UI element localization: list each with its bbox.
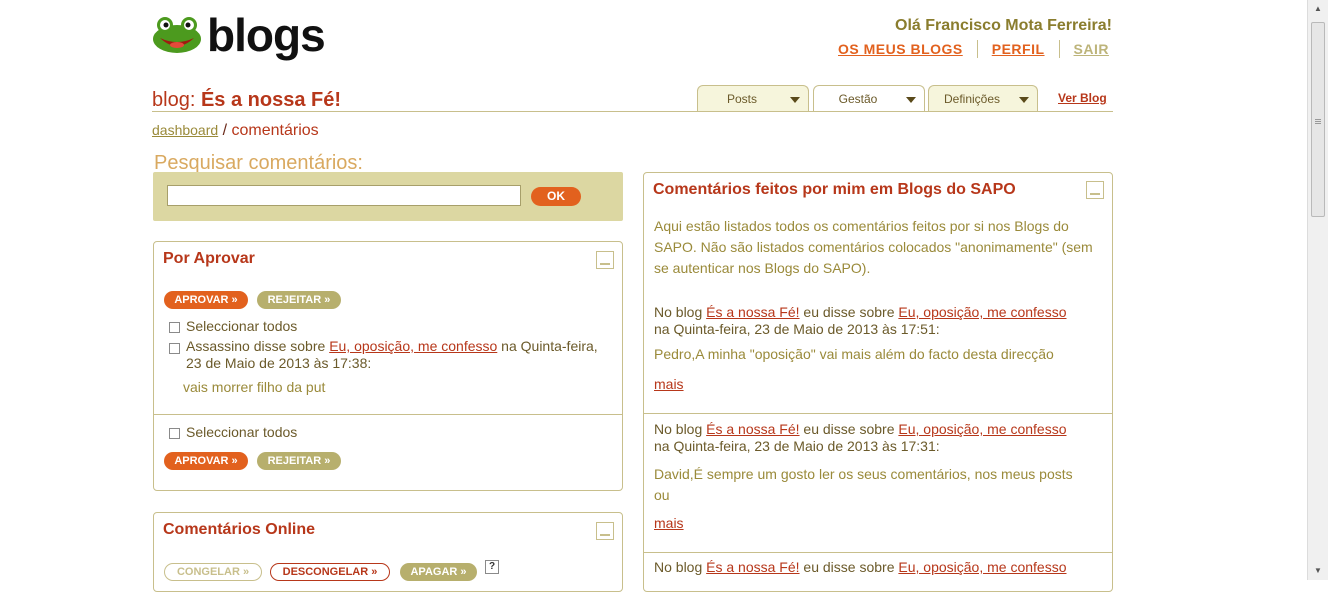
- unfreeze-button[interactable]: DESCONGELAR »: [270, 563, 390, 581]
- reject-button-bottom[interactable]: REJEITAR »: [257, 452, 341, 470]
- logo-text[interactable]: blogs: [207, 8, 326, 62]
- pending-panel-title: Por Aprovar: [163, 250, 255, 267]
- select-all-label: Seleccionar todos: [186, 318, 298, 334]
- profile-link[interactable]: PERFIL: [976, 40, 1059, 58]
- divider: [644, 413, 1112, 414]
- my-blogs-link[interactable]: OS MEUS BLOGS: [838, 40, 977, 58]
- entry-post-link[interactable]: Eu, oposição, me confesso: [898, 421, 1066, 437]
- search-panel: OK: [153, 172, 623, 221]
- delete-button[interactable]: APAGAR »: [400, 563, 477, 581]
- comment-post-link[interactable]: Eu, oposição, me confesso: [329, 338, 497, 354]
- comment-entry-header: No blog És a nossa Fé! eu disse sobre Eu…: [654, 421, 1067, 437]
- minimize-icon[interactable]: [1086, 181, 1104, 199]
- blog-title-name: És a nossa Fé!: [200, 89, 341, 111]
- entry-prefix: No blog: [654, 304, 707, 320]
- approve-button-bottom[interactable]: APROVAR »: [164, 452, 248, 470]
- entry-date: na Quinta-feira, 23 de Maio de 2013 às 1…: [654, 438, 940, 454]
- online-comments-panel: Comentários Online CONGELAR » DESCONGELA…: [153, 512, 623, 592]
- entry-prefix: No blog: [654, 421, 707, 437]
- entry-prefix: No blog: [654, 559, 707, 575]
- vertical-scrollbar[interactable]: ▲ ▼: [1307, 0, 1328, 580]
- divider: [154, 414, 622, 415]
- my-comments-title: Comentários feitos por mim em Blogs do S…: [653, 181, 1016, 198]
- entry-more-link[interactable]: mais: [654, 515, 684, 531]
- minimize-icon[interactable]: [596, 522, 614, 540]
- pending-comment-body: vais morrer filho da put: [183, 379, 326, 395]
- intro-line: Aqui estão listados todos os comentários…: [654, 218, 1069, 234]
- select-all-label-bottom: Seleccionar todos: [186, 424, 298, 440]
- approve-button[interactable]: APROVAR »: [164, 291, 248, 309]
- frog-logo-icon: [153, 17, 201, 53]
- entry-body: David,É sempre um gosto ler os seus come…: [654, 464, 1073, 506]
- search-input[interactable]: [167, 185, 521, 206]
- scroll-up-icon[interactable]: ▲: [1308, 0, 1328, 18]
- comment-entry-header: No blog És a nossa Fé! eu disse sobre Eu…: [654, 304, 1067, 320]
- tab-gestao-label: Gestão: [838, 92, 878, 106]
- divider: [644, 552, 1112, 553]
- entry-post-link[interactable]: Eu, oposição, me confesso: [898, 559, 1066, 575]
- entry-post-link[interactable]: Eu, oposição, me confesso: [898, 304, 1066, 320]
- logout-link[interactable]: SAIR: [1058, 40, 1123, 58]
- entry-mid: eu disse sobre: [799, 421, 899, 437]
- scroll-down-icon[interactable]: ▼: [1308, 562, 1328, 580]
- scrollbar-thumb[interactable]: [1311, 22, 1325, 217]
- my-comments-panel: Comentários feitos por mim em Blogs do S…: [643, 172, 1113, 592]
- search-ok-button[interactable]: OK: [531, 187, 581, 206]
- intro-line: SAPO. Não são listados comentários coloc…: [654, 239, 1093, 255]
- comment-date: na Quinta-feira,: [497, 338, 598, 354]
- comment-date-line2: 23 de Maio de 2013 às 17:38:: [186, 355, 372, 371]
- tab-definicoes-label: Definições: [943, 92, 1001, 106]
- comment-checkbox[interactable]: [169, 343, 180, 354]
- tabs-divider: [152, 111, 1113, 112]
- pending-comments-panel: Por Aprovar APROVAR » REJEITAR » Selecci…: [153, 241, 623, 491]
- entry-mid: eu disse sobre: [799, 304, 899, 320]
- online-panel-title: Comentários Online: [163, 521, 316, 538]
- select-all-checkbox[interactable]: [169, 322, 180, 333]
- minimize-icon[interactable]: [596, 251, 614, 269]
- chevron-down-icon: [1019, 97, 1029, 103]
- breadcrumb: dashboard / comentários: [152, 122, 319, 140]
- user-greeting: Olá Francisco Mota Ferreira!: [895, 17, 1112, 34]
- intro-line: se autenticar nos Blogs do SAPO).: [654, 260, 871, 276]
- entry-blog-link[interactable]: És a nossa Fé!: [706, 304, 799, 320]
- tab-gestao[interactable]: Gestão: [813, 85, 925, 112]
- entry-blog-link[interactable]: És a nossa Fé!: [706, 559, 799, 575]
- comment-entry-header: No blog És a nossa Fé! eu disse sobre Eu…: [654, 559, 1067, 575]
- view-blog-link[interactable]: Ver Blog: [1058, 91, 1107, 105]
- top-nav: OS MEUS BLOGS PERFIL SAIR: [838, 40, 1123, 58]
- tab-posts-label: Posts: [726, 92, 757, 106]
- entry-body: Pedro,A minha "oposição" vai mais além d…: [654, 346, 1054, 362]
- reject-button[interactable]: REJEITAR »: [257, 291, 341, 309]
- tab-posts[interactable]: Posts: [697, 85, 809, 111]
- entry-mid: eu disse sobre: [799, 559, 899, 575]
- select-all-checkbox-bottom[interactable]: [169, 428, 180, 439]
- entry-body-line: ou: [654, 487, 670, 503]
- breadcrumb-separator: /: [218, 122, 232, 139]
- entry-body-line: David,É sempre um gosto ler os seus come…: [654, 466, 1073, 482]
- chevron-down-icon: [906, 97, 916, 103]
- entry-date: na Quinta-feira, 23 de Maio de 2013 às 1…: [654, 321, 940, 337]
- entry-blog-link[interactable]: És a nossa Fé!: [706, 421, 799, 437]
- my-comments-intro: Aqui estão listados todos os comentários…: [654, 216, 1093, 279]
- breadcrumb-dashboard-link[interactable]: dashboard: [152, 122, 218, 138]
- chevron-down-icon: [790, 97, 800, 103]
- tab-definicoes[interactable]: Definições: [928, 85, 1038, 111]
- blog-title: blog: És a nossa Fé!: [152, 89, 341, 112]
- comment-author: Assassino disse sobre: [186, 338, 330, 354]
- blog-title-prefix: blog:: [152, 89, 201, 111]
- breadcrumb-current: comentários: [231, 122, 319, 139]
- help-icon[interactable]: ?: [485, 560, 499, 574]
- pending-comment-header: Assassino disse sobre Eu, oposição, me c…: [186, 338, 598, 354]
- entry-more-link[interactable]: mais: [654, 376, 684, 392]
- freeze-button[interactable]: CONGELAR »: [164, 563, 262, 581]
